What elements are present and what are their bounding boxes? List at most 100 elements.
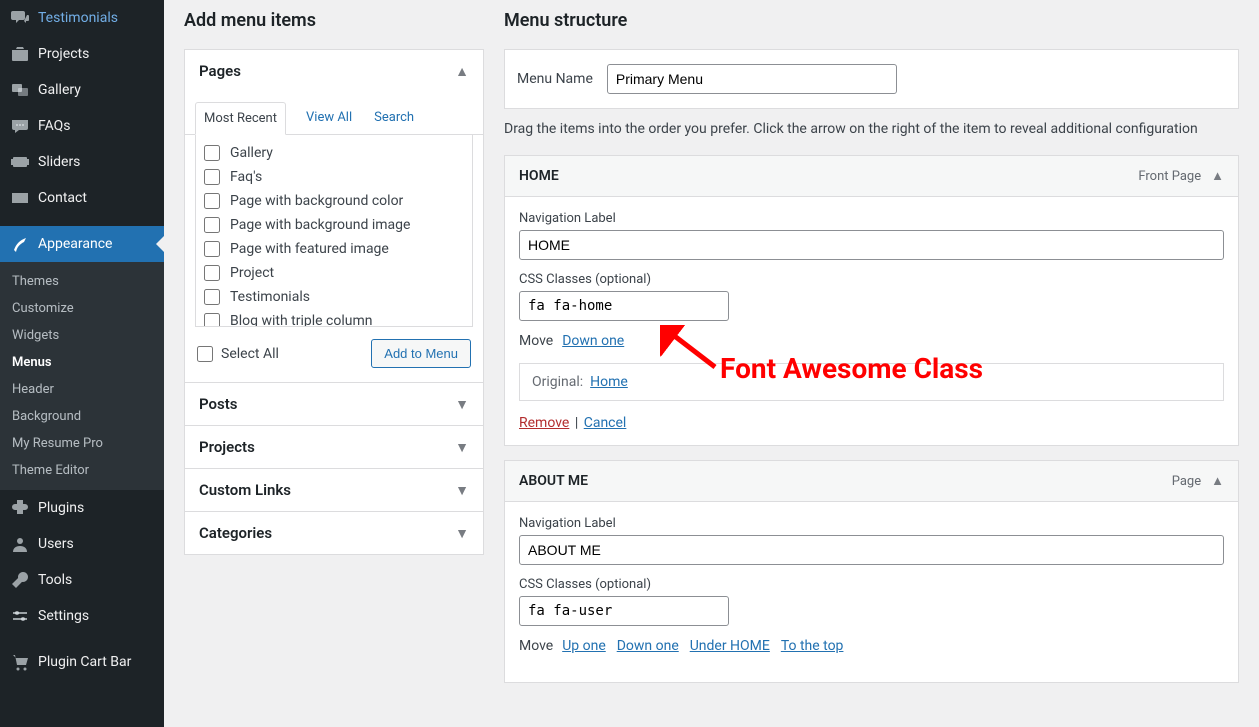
checkbox[interactable] (204, 169, 220, 185)
submenu-widgets[interactable]: Widgets (0, 322, 164, 349)
sidebar-item-plugins[interactable]: Plugins (0, 490, 164, 526)
tab-search[interactable]: Search (372, 102, 416, 134)
sidebar-item-label: Gallery (38, 82, 81, 98)
accordion-pages: Pages ▲ Most Recent View All Search Gall… (184, 49, 484, 383)
remove-link[interactable]: Remove (519, 415, 569, 431)
email-icon (10, 188, 30, 208)
page-option[interactable]: Blog with triple column (204, 309, 464, 327)
pages-checklist[interactable]: Gallery Faq's Page with background color… (195, 135, 473, 327)
chevron-up-icon: ▲ (1211, 168, 1224, 184)
menu-item-title: ABOUT ME (519, 473, 588, 489)
sidebar-item-projects[interactable]: Projects (0, 36, 164, 72)
chevron-down-icon: ▼ (455, 439, 469, 456)
nav-label-input[interactable] (519, 230, 1224, 260)
add-menu-items-heading: Add menu items (184, 10, 484, 31)
accordion-custom-links-header[interactable]: Custom Links ▼ (185, 469, 483, 511)
move-down-one-link[interactable]: Down one (617, 638, 679, 654)
checkbox[interactable] (204, 217, 220, 233)
checkbox[interactable] (204, 289, 220, 305)
accordion-title: Posts (199, 395, 237, 413)
pages-tabs: Most Recent View All Search (185, 102, 483, 135)
menu-item-about-me: ABOUT ME Page ▲ Navigation Label CSS Cla… (504, 460, 1239, 683)
page-option[interactable]: Faq's (204, 165, 464, 189)
sidebar-item-tools[interactable]: Tools (0, 562, 164, 598)
sidebar-item-label: Testimonials (38, 10, 118, 26)
page-option[interactable]: Testimonials (204, 285, 464, 309)
page-option[interactable]: Project (204, 261, 464, 285)
accordion-pages-header[interactable]: Pages ▲ (185, 50, 483, 92)
sidebar-item-faqs[interactable]: FAQs (0, 108, 164, 144)
chevron-up-icon: ▲ (1211, 473, 1224, 489)
accordion-categories-header[interactable]: Categories ▼ (185, 512, 483, 554)
tab-view-all[interactable]: View All (304, 102, 354, 134)
cancel-link[interactable]: Cancel (584, 415, 627, 431)
add-to-menu-button[interactable]: Add to Menu (371, 339, 471, 368)
css-classes-input[interactable] (519, 596, 729, 626)
page-option[interactable]: Page with background color (204, 189, 464, 213)
sidebar-item-gallery[interactable]: Gallery (0, 72, 164, 108)
menu-item-home: HOME Front Page ▲ Navigation Label CSS C… (504, 155, 1239, 446)
checkbox[interactable] (204, 145, 220, 161)
sidebar-item-label: FAQs (38, 118, 71, 134)
move-down-one-link[interactable]: Down one (562, 333, 624, 349)
menu-name-row: Menu Name (504, 49, 1239, 109)
sidebar-item-label: Users (38, 536, 74, 552)
tools-icon (10, 570, 30, 590)
sidebar-item-label: Appearance (38, 236, 112, 252)
checkbox[interactable] (204, 265, 220, 281)
sidebar-item-appearance[interactable]: Appearance (0, 226, 164, 262)
submenu-customize[interactable]: Customize (0, 295, 164, 322)
menu-item-header[interactable]: ABOUT ME Page ▲ (505, 461, 1238, 502)
chevron-down-icon: ▼ (455, 482, 469, 499)
menu-name-input[interactable] (607, 64, 897, 94)
page-option[interactable]: Page with featured image (204, 237, 464, 261)
slides-icon (10, 152, 30, 172)
sidebar-item-label: Plugin Cart Bar (38, 654, 131, 670)
move-under-home-link[interactable]: Under HOME (690, 638, 770, 654)
chevron-down-icon: ▼ (455, 396, 469, 413)
sidebar-item-testimonials[interactable]: Testimonials (0, 0, 164, 36)
sidebar-item-settings[interactable]: Settings (0, 598, 164, 634)
sidebar-item-label: Projects (38, 46, 89, 62)
nav-label-label: Navigation Label (519, 211, 1224, 226)
checkbox[interactable] (204, 313, 220, 327)
css-classes-input[interactable] (519, 291, 729, 321)
plugin-icon (10, 498, 30, 518)
accordion-projects-header[interactable]: Projects ▼ (185, 426, 483, 468)
select-all[interactable]: Select All (197, 346, 279, 362)
submenu-header[interactable]: Header (0, 376, 164, 403)
annotation-text: Font Awesome Class (720, 352, 983, 385)
sidebar-item-users[interactable]: Users (0, 526, 164, 562)
sidebar-item-label: Settings (38, 608, 89, 624)
select-all-checkbox[interactable] (197, 346, 213, 362)
submenu-menus[interactable]: Menus (0, 349, 164, 376)
nav-label-input[interactable] (519, 535, 1224, 565)
accordion-posts-header[interactable]: Posts ▼ (185, 383, 483, 425)
submenu-my-resume-pro[interactable]: My Resume Pro (0, 430, 164, 457)
original-link[interactable]: Home (590, 374, 628, 390)
sidebar-item-label: Plugins (38, 500, 84, 516)
move-to-top-link[interactable]: To the top (781, 638, 844, 654)
chevron-up-icon: ▲ (455, 63, 469, 80)
admin-sidebar: Testimonials Projects Gallery FAQs Slide… (0, 0, 164, 727)
tab-most-recent[interactable]: Most Recent (195, 102, 286, 135)
sidebar-item-label: Contact (38, 190, 87, 206)
submenu-theme-editor[interactable]: Theme Editor (0, 457, 164, 484)
submenu-themes[interactable]: Themes (0, 268, 164, 295)
sidebar-item-sliders[interactable]: Sliders (0, 144, 164, 180)
move-up-one-link[interactable]: Up one (562, 638, 606, 654)
accordion-custom-links: Custom Links ▼ (184, 469, 484, 512)
menu-item-header[interactable]: HOME Front Page ▲ (505, 156, 1238, 197)
page-option[interactable]: Gallery (204, 141, 464, 165)
page-option[interactable]: Page with background image (204, 213, 464, 237)
sidebar-item-contact[interactable]: Contact (0, 180, 164, 216)
accordion-title: Pages (199, 62, 241, 80)
menu-item-type: Page (1172, 474, 1201, 489)
drag-instructions: Drag the items into the order you prefer… (504, 121, 1239, 137)
checkbox[interactable] (204, 193, 220, 209)
checkbox[interactable] (204, 241, 220, 257)
sidebar-item-plugin-cart-bar[interactable]: Plugin Cart Bar (0, 644, 164, 680)
css-classes-label: CSS Classes (optional) (519, 577, 1224, 592)
submenu-background[interactable]: Background (0, 403, 164, 430)
accordion-categories: Categories ▼ (184, 512, 484, 555)
